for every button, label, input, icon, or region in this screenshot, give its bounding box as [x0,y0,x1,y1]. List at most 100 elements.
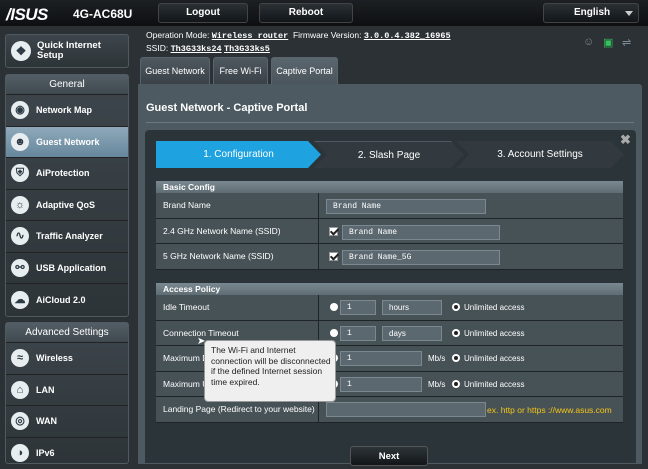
sidebar-item-aiprotection[interactable]: ⛨ AiProtection [6,158,128,190]
sidebar: ❖ Quick Internet Setup General ◉Network … [0,26,134,464]
landing-page-input[interactable] [326,402,486,417]
advanced-settings-menu: Advanced Settings ≈ Wireless ⌂ LAN ◎WAN ◑ I… [5,322,129,464]
aiprotection-icon: ⛨ [11,164,29,182]
step-slash-page[interactable]: 2. Slash Page [314,141,464,168]
page-title: Guest Network - Captive Portal [146,102,307,114]
section-header: Access Policy [156,283,623,295]
asus-logo: /ISUS [6,5,48,25]
mouse-cursor-icon: ➤ [197,336,205,347]
idle-timeout-label: Idle Timeout [156,295,319,320]
wan-icon: ◎ [11,412,29,430]
max-download-input[interactable]: 1 [340,351,422,366]
ssid-24-row: 2.4 GHz Network Name (SSID) Brand Name [156,219,623,245]
tab-captive-portal[interactable]: Captive Portal [271,57,338,84]
next-button[interactable]: Next [350,446,428,466]
users-icon[interactable]: ☺ [583,36,594,48]
conn-unlimited-label: Unlimited access [464,329,524,338]
qis-label: Quick Internet Setup [37,41,109,61]
sidebar-item-traffic-analyzer[interactable]: ∿Traffic Analyzer [6,221,128,253]
title-divider [146,122,634,123]
max-upload-unit: Mb/s [428,380,445,389]
step-account-settings[interactable]: 3. Account Settings [456,141,624,168]
wizard-icon: ❖ [11,41,31,61]
idle-timeout-input[interactable]: 1 [340,300,376,315]
sidebar-item-label: AiCloud 2.0 [36,295,86,305]
sidebar-item-adaptive-qos[interactable]: ☼ Adaptive QoS [6,190,128,222]
idle-timeout-radio[interactable] [330,303,338,311]
quick-internet-setup-button[interactable]: ❖ Quick Internet Setup [5,34,129,68]
idle-timeout-unit-select[interactable]: hours [382,300,442,315]
connection-timeout-radio[interactable] [330,329,338,337]
usb-status-icon[interactable]: ⇌ [622,36,631,49]
operation-mode-line: Operation Mode: Wireless router Firmware… [146,30,451,41]
maxd-unlimited-radio[interactable] [452,354,460,362]
brand-name-row: Brand Name Brand Name [156,193,623,219]
tab-free-wifi[interactable]: Free Wi-Fi [213,57,268,84]
sidebar-item-label: Adaptive QoS [36,200,95,210]
lan-icon: ⌂ [11,381,29,399]
language-select[interactable]: English [543,3,639,23]
sidebar-item-wan[interactable]: ◎WAN [6,406,128,438]
reboot-button[interactable]: Reboot [259,3,353,23]
conn-unlimited-radio[interactable] [452,329,460,337]
ssid-5-label: 5 GHz Network Name (SSID) [156,244,319,269]
sidebar-item-label: AiProtection [36,168,90,178]
maxd-unlimited-label: Unlimited access [464,354,524,363]
sidebar-item-wireless[interactable]: ≈ Wireless [6,343,128,375]
brand-name-input[interactable]: Brand Name [326,199,486,214]
sidebar-item-label: Wireless [36,353,73,363]
ssid-5-checkbox[interactable] [329,252,338,261]
ssid-label: SSID: [146,43,168,53]
top-bar: /ISUS 4G-AC68U Logout Reboot English [0,0,648,26]
wizard-steps: 1. Configuration 2. Slash Page 3. Accoun… [156,141,624,168]
ssid-24-input[interactable]: Brand Name [342,225,500,240]
logout-button[interactable]: Logout [158,3,248,23]
step-configuration[interactable]: 1. Configuration [156,141,321,168]
ssid-line: SSID: Th3G33ks24 Th3G33ks5 [146,43,270,54]
connection-timeout-unit-select[interactable]: days [382,326,442,341]
sidebar-item-label: LAN [36,385,55,395]
general-menu: General ◉Network Map ☻Guest Network ⛨ AiP… [5,74,129,317]
ipv6-icon: ◑ [11,444,29,462]
advanced-header: Advanced Settings [6,323,128,343]
wireless-icon: ≈ [11,349,29,367]
fw-link[interactable]: 3.0.0.4.382_16965 [364,31,451,41]
idle-unlimited-radio[interactable] [452,303,460,311]
sidebar-item-ipv6[interactable]: ◑ IPv6 [6,438,128,469]
connection-timeout-input[interactable]: 1 [340,326,376,341]
opmode-label: Operation Mode: [146,30,209,40]
network-map-icon: ◉ [11,101,29,119]
landing-page-hint: ex. http or https ://www.asus.com [487,405,612,415]
sidebar-item-usb-application[interactable]: ⚯USB Application [6,253,128,285]
sidebar-item-network-map[interactable]: ◉Network Map [6,95,128,127]
qos-icon: ☼ [11,196,29,214]
basic-config-section: Basic Config Brand Name Brand Name 2.4 G… [156,181,623,270]
sidebar-item-label: IPv6 [36,448,55,458]
ssid-24-checkbox[interactable] [329,227,338,236]
sidebar-item-guest-network[interactable]: ☻Guest Network [6,127,128,159]
network-status-icon[interactable]: ▣ [603,36,613,49]
general-header: General [6,75,128,95]
language-value: English [574,7,610,18]
fw-label: Firmware Version: [293,30,362,40]
ssid-5-input[interactable]: Brand Name_5G [342,250,500,265]
ssid-5-link[interactable]: Th3G33ks5 [224,44,270,54]
tab-guest-network[interactable]: Guest Network [140,57,210,84]
model-name: 4G-AC68U [73,7,132,21]
brand-name-label: Brand Name [156,193,319,218]
ssid-24-label: 2.4 GHz Network Name (SSID) [156,219,319,244]
sidebar-item-aicloud[interactable]: ☁ AiCloud 2.0 [6,284,128,316]
maxu-unlimited-label: Unlimited access [464,380,524,389]
idle-timeout-row: Idle Timeout 1 hours Unlimited access [156,295,623,321]
maxu-unlimited-radio[interactable] [452,380,460,388]
cloud-icon: ☁ [11,291,29,309]
sidebar-item-label: USB Application [36,263,106,273]
ssid-24-link[interactable]: Th3G33ks24 [171,44,222,54]
max-upload-input[interactable]: 1 [340,377,422,392]
opmode-link[interactable]: Wireless router [212,31,289,41]
connection-timeout-tooltip: The Wi-Fi and Internet connection will b… [204,340,336,402]
traffic-analyzer-icon: ∿ [11,227,29,245]
sidebar-item-label: Guest Network [36,137,100,147]
sidebar-item-lan[interactable]: ⌂ LAN [6,375,128,407]
max-download-unit: Mb/s [428,354,445,363]
